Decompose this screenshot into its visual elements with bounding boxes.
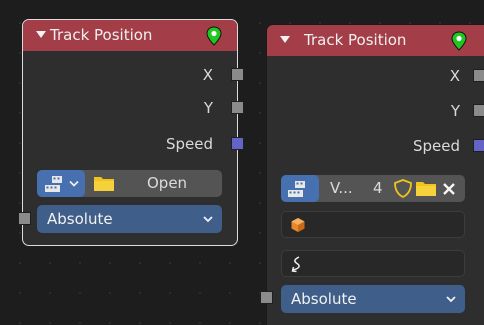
output-speed-label: Speed — [165, 135, 213, 153]
node-header[interactable]: Track Position — [23, 20, 237, 51]
output-x-label: X — [449, 67, 460, 85]
clip-name-field[interactable]: V... — [330, 175, 353, 202]
movie-clip-icon — [45, 176, 62, 192]
track-curve-icon — [291, 256, 300, 273]
output-x-label: X — [202, 66, 213, 84]
object-field[interactable] — [281, 211, 465, 238]
collapse-triangle-icon[interactable] — [36, 31, 46, 38]
location-pin-icon — [206, 26, 222, 46]
folder-icon — [94, 177, 114, 191]
output-y-label: Y — [450, 102, 460, 120]
node-header[interactable]: Track Position — [267, 25, 484, 56]
output-speed-label: Speed — [412, 137, 460, 155]
mode-dropdown[interactable]: Absolute — [37, 205, 222, 233]
node-title: Track Position — [50, 26, 153, 44]
input-socket[interactable] — [260, 291, 273, 304]
tracking-object-field[interactable] — [281, 250, 465, 277]
output-speed-socket[interactable] — [473, 139, 484, 152]
browse-clip-button[interactable] — [37, 170, 85, 197]
mode-dropdown-value: Absolute — [47, 210, 113, 228]
input-socket[interactable] — [18, 212, 31, 225]
mode-dropdown[interactable]: Absolute — [281, 285, 465, 313]
open-clip-button[interactable]: Open — [87, 170, 222, 197]
object-cube-icon — [291, 218, 305, 232]
output-x-socket[interactable] — [231, 68, 244, 81]
open-clip-label: Open — [147, 174, 188, 192]
clip-users-count[interactable]: 4 — [373, 175, 383, 202]
fake-user-shield-icon[interactable] — [392, 178, 414, 199]
clip-selector: V... 4 — [281, 175, 465, 202]
track-position-node[interactable]: Track Position X Y Speed V... 4 Absolute — [260, 24, 484, 325]
output-y-label: Y — [203, 99, 213, 117]
mode-dropdown-value: Absolute — [291, 290, 357, 308]
track-position-node[interactable]: Track Position X Y Speed Open Absolute — [18, 19, 244, 246]
node-title: Track Position — [304, 31, 407, 49]
close-icon[interactable] — [441, 181, 457, 197]
browse-clip-button[interactable] — [281, 175, 319, 202]
collapse-triangle-icon[interactable] — [280, 36, 290, 43]
clip-selector: Open — [37, 170, 222, 197]
location-pin-icon — [451, 31, 467, 51]
output-x-socket[interactable] — [473, 69, 484, 82]
folder-icon[interactable] — [415, 180, 437, 197]
chevron-down-icon — [203, 216, 213, 223]
chevron-down-icon — [69, 180, 79, 187]
output-y-socket[interactable] — [473, 104, 484, 117]
movie-clip-icon — [288, 181, 305, 197]
output-speed-socket[interactable] — [231, 137, 244, 150]
output-y-socket[interactable] — [231, 101, 244, 114]
chevron-down-icon — [446, 296, 456, 303]
